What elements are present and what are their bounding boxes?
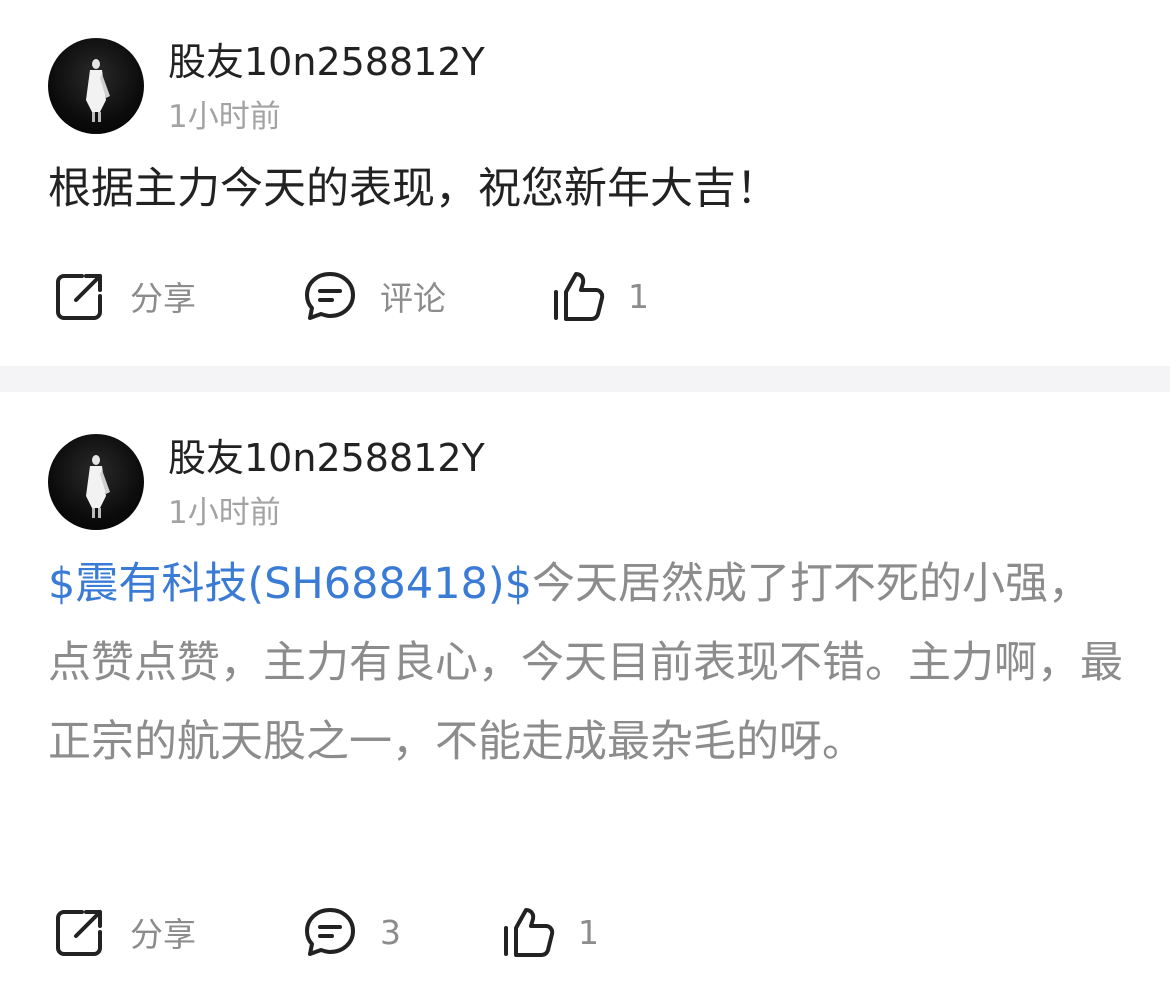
comment-button[interactable]: 评论 xyxy=(302,268,446,324)
comment-button[interactable]: 3 xyxy=(302,904,401,960)
like-button[interactable]: 1 xyxy=(500,904,599,960)
comment-label: 评论 xyxy=(380,279,446,318)
username[interactable]: 股友10n258812Y xyxy=(168,38,485,86)
section-divider xyxy=(0,366,1170,392)
comment-icon xyxy=(305,272,355,320)
like-button[interactable]: 1 xyxy=(550,268,649,324)
post-card[interactable]: 股友10n258812Y 1小时前 $震有科技(SH688418)$今天居然成了… xyxy=(0,392,1170,989)
share-label: 分享 xyxy=(130,915,196,954)
like-count: 1 xyxy=(628,276,649,316)
like-count: 1 xyxy=(578,912,599,952)
post-time: 1小时前 xyxy=(168,99,281,135)
post-time: 1小时前 xyxy=(168,495,281,531)
post-card[interactable]: 股友10n258812Y 1小时前 根据主力今天的表现，祝您新年大吉！ 分享 评… xyxy=(0,0,1170,366)
thumbs-up-icon xyxy=(504,908,555,957)
comment-icon xyxy=(305,908,355,956)
comment-count: 3 xyxy=(380,912,401,952)
share-button[interactable]: 分享 xyxy=(52,268,196,324)
share-label: 分享 xyxy=(130,279,196,318)
thumbs-up-icon xyxy=(554,272,605,321)
avatar[interactable] xyxy=(48,434,144,530)
username[interactable]: 股友10n258812Y xyxy=(168,434,485,482)
share-icon xyxy=(56,910,102,956)
avatar-figure xyxy=(86,59,110,122)
share-button[interactable]: 分享 xyxy=(52,904,196,960)
avatar[interactable] xyxy=(48,38,144,134)
avatar-figure xyxy=(86,455,110,518)
post-content[interactable]: 根据主力今天的表现，祝您新年大吉！ xyxy=(48,150,1128,229)
share-icon xyxy=(56,274,102,320)
post-content[interactable]: $震有科技(SH688418)$今天居然成了打不死的小强，点赞点赞，主力有良心，… xyxy=(48,545,1128,782)
stock-link[interactable]: $震有科技(SH688418)$ xyxy=(48,559,532,609)
